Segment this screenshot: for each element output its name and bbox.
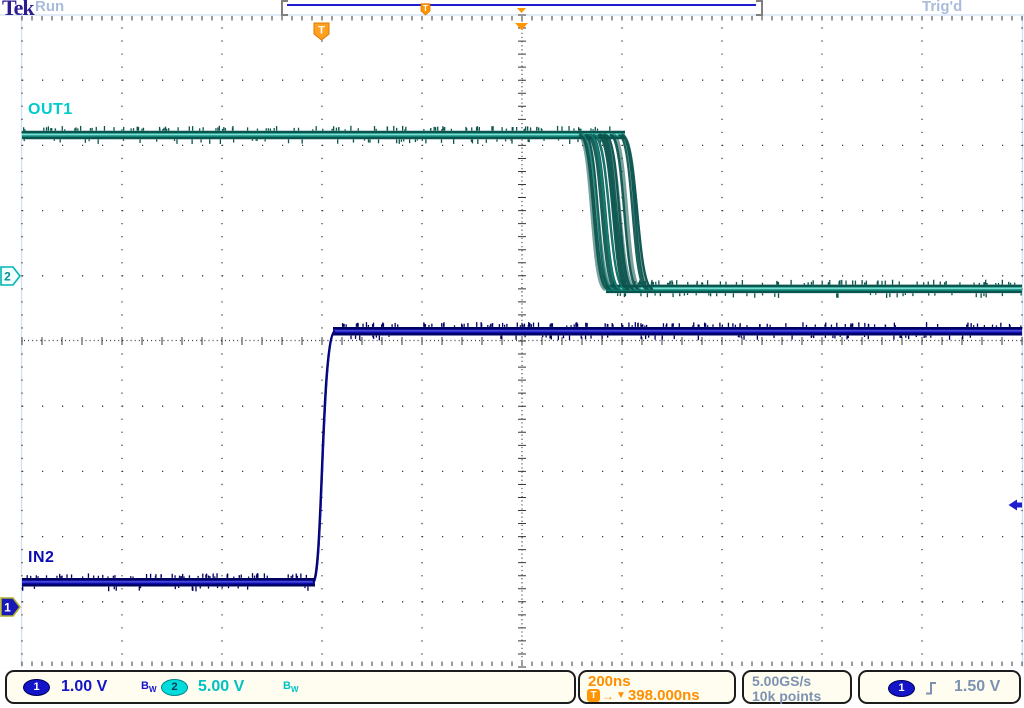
waveform-area	[0, 0, 1024, 708]
trigger-level-arrow-icon[interactable]	[1007, 498, 1023, 517]
ch2-scale-readout: 5.00 V	[198, 678, 244, 696]
record-center-triangle-icon	[517, 0, 526, 18]
record-window-right-bracket[interactable]	[756, 0, 763, 16]
rising-edge-icon	[924, 680, 938, 701]
ch1-scale-readout: 1.00 V	[61, 678, 107, 696]
record-trigger-t-icon[interactable]: T	[420, 3, 431, 21]
status-bar: 1 1.00 V BW 2 5.00 V BW 200ns T → ▼ 398.…	[0, 668, 1024, 708]
trigger-t-icon: T	[587, 689, 600, 702]
ch2-badge[interactable]: 2	[161, 679, 188, 696]
record-window-left-bracket[interactable]	[281, 0, 288, 16]
record-trigger-t-label: T	[423, 4, 428, 13]
triangle-down-icon: ▼	[616, 690, 626, 701]
vertical-readout-box[interactable]: 1 1.00 V BW 2 5.00 V BW	[5, 670, 576, 704]
channel-2-position-marker[interactable]: 2	[0, 266, 22, 291]
trigger-source-badge[interactable]: 1	[888, 680, 915, 697]
delay-reference-triangle-icon[interactable]	[515, 17, 528, 35]
ch2-bandwidth-limit-icon: BW	[283, 680, 299, 694]
trigger-status: Trig'd	[922, 0, 962, 15]
acquisition-readout-box[interactable]: 5.00GS/s 10k points	[742, 670, 852, 704]
sample-rate-readout: 5.00GS/s	[752, 673, 811, 689]
horizontal-readout-box[interactable]: 200ns T → ▼ 398.000ns	[578, 670, 736, 704]
acquisition-status: Run	[35, 0, 64, 15]
trigger-level-readout: 1.50 V	[954, 678, 1000, 696]
ch1-badge[interactable]: 1	[23, 679, 50, 696]
trace-label-in2: IN2	[28, 549, 54, 567]
horizontal-delay-readout: 398.000ns	[628, 687, 700, 704]
channel-1-position-marker[interactable]: 1	[0, 597, 22, 622]
trace-label-out1: OUT1	[28, 101, 73, 119]
trigger-position-t-icon[interactable]: T	[313, 22, 330, 46]
record-length-readout: 10k points	[752, 688, 821, 704]
trigger-readout-box[interactable]: 1 1.50 V	[858, 670, 1021, 704]
horizontal-delay-row: T → ▼ 398.000ns	[587, 687, 700, 704]
channel-1-marker-label: 1	[4, 601, 11, 615]
channel-2-marker-label: 2	[4, 270, 11, 284]
trigger-position-t-label: T	[318, 25, 325, 37]
oscilloscope-screen: Tek Run Trig'd T T 2 1	[0, 0, 1024, 708]
ch1-bandwidth-limit-icon: BW	[141, 680, 157, 694]
tek-logo: Tek	[2, 0, 34, 21]
arrow-right-icon: →	[602, 689, 614, 703]
